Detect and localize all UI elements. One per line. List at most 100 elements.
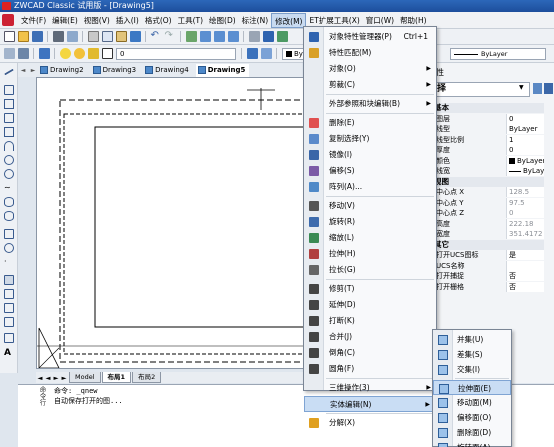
layer-manager-icon[interactable]	[38, 48, 50, 59]
modify-menu-item[interactable]: 拉长(G)	[304, 262, 436, 278]
menu-item[interactable]: 绘图(D)	[206, 13, 239, 28]
property-row[interactable]: 中心点 Z 0	[434, 208, 544, 218]
zoom-realtime-icon[interactable]	[199, 31, 211, 42]
solid-edit-item[interactable]: 交集(I)	[433, 362, 511, 377]
polygon-tool-icon[interactable]	[4, 113, 14, 123]
last-tab-icon[interactable]: ►	[60, 374, 68, 382]
property-row[interactable]: 中心点 X 128.5	[434, 187, 544, 197]
property-row[interactable]: 中心点 Y 97.5	[434, 197, 544, 208]
next-tab-icon[interactable]: ►	[52, 374, 60, 382]
modify-menu-item[interactable]: 缩放(L)	[304, 230, 436, 246]
modify-menu-item[interactable]: 阵列(A)...	[304, 179, 436, 195]
doc-tab[interactable]: Drawing4	[143, 64, 193, 77]
prev-tab-icon[interactable]: ◄	[44, 374, 52, 382]
property-row[interactable]: 线型 ByLayer	[434, 124, 544, 134]
point-tool-icon[interactable]: ·	[4, 257, 14, 267]
solid-edit-item[interactable]: 拉伸面(E)	[433, 380, 511, 395]
layer-combo[interactable]: 0	[116, 47, 236, 60]
menu-item[interactable]: 视图(V)	[81, 13, 113, 28]
doc-tab[interactable]: Drawing3	[91, 64, 141, 77]
modify-menu-item[interactable]: 延伸(D)	[304, 297, 436, 313]
sun-icon[interactable]	[73, 48, 85, 59]
design-center-icon[interactable]	[276, 31, 288, 42]
new-file-icon[interactable]	[3, 31, 15, 42]
match-properties-icon[interactable]	[129, 31, 141, 42]
property-row[interactable]: 图层 0	[434, 113, 544, 124]
tab-scroll-left-icon[interactable]: ◄	[18, 67, 28, 74]
properties-icon[interactable]	[262, 31, 274, 42]
modify-menu-item[interactable]: 镜像(I)	[304, 147, 436, 163]
property-row[interactable]: 打开UCS图标 是	[434, 250, 544, 260]
modify-menu-item[interactable]: 打断(K)	[304, 313, 436, 329]
layout-tab[interactable]: 布局2	[132, 372, 162, 383]
open-folder-icon[interactable]	[17, 31, 29, 42]
revcloud-tool-icon[interactable]	[4, 169, 14, 179]
property-row[interactable]: UCS名称	[434, 260, 544, 271]
paste-icon[interactable]	[115, 31, 127, 42]
system-menu-icon[interactable]	[2, 14, 14, 26]
modify-menu-item[interactable]: 移动(V)	[304, 198, 436, 214]
copy-icon[interactable]	[101, 31, 113, 42]
modify-menu-item[interactable]: 合并(J)	[304, 329, 436, 345]
tab-scroll-right-icon[interactable]: ►	[28, 67, 38, 74]
modify-menu-item[interactable]: 旋转(R)	[304, 214, 436, 230]
layout-tab[interactable]: Model	[69, 372, 101, 383]
chevron-down-icon[interactable]: ▼	[519, 84, 524, 91]
menu-item[interactable]: 标注(N)	[239, 13, 271, 28]
property-section-header[interactable]: 基本	[434, 103, 544, 113]
gradient-tool-icon[interactable]	[4, 289, 14, 299]
solid-edit-item[interactable]: 删除面(D)	[433, 425, 511, 440]
menu-item[interactable]: 插入(I)	[113, 13, 142, 28]
modify-menu-item[interactable]: 对象(O) ▶	[304, 61, 436, 77]
arc-tool-icon[interactable]	[4, 141, 14, 151]
modify-menu-item[interactable]: 偏移(S)	[304, 163, 436, 179]
region-tool-icon[interactable]	[4, 303, 14, 313]
selection-combo[interactable]: 择	[432, 82, 530, 97]
distance-icon[interactable]	[248, 31, 260, 42]
make-current-icon[interactable]	[246, 48, 258, 59]
spline-tool-icon[interactable]: ∼	[4, 183, 14, 193]
modify-menu-item[interactable]: 拉伸(H)	[304, 246, 436, 262]
print-icon[interactable]	[52, 31, 64, 42]
modify-menu-item[interactable]: 倒角(C)	[304, 345, 436, 361]
pan-icon[interactable]	[185, 31, 197, 42]
line-tool-icon[interactable]	[4, 68, 14, 76]
menu-item[interactable]: 编辑(E)	[49, 13, 81, 28]
modify-menu-item[interactable]: 对象特性管理器(P) Ctrl+1	[304, 29, 436, 45]
property-section-header[interactable]: 视图	[434, 176, 544, 187]
linetype-combo[interactable]: ByLayer	[450, 48, 546, 60]
menu-item[interactable]: 工具(T)	[175, 13, 206, 28]
modify-menu-item[interactable]: 三维操作(3) ▶	[304, 380, 436, 396]
property-row[interactable]: 颜色 ByLayer	[434, 155, 544, 166]
modify-menu-item[interactable]: 实体编辑(N) ▶	[304, 396, 436, 412]
modify-menu-item[interactable]: 圆角(F)	[304, 361, 436, 377]
property-row[interactable]: 打开栅格 否	[434, 281, 544, 292]
ellipse-tool-icon[interactable]	[4, 197, 14, 207]
doc-tab[interactable]: Drawing5	[195, 63, 250, 77]
plot-icon[interactable]	[17, 48, 29, 59]
table-tool-icon[interactable]	[4, 333, 14, 343]
property-row[interactable]: 打开捕捉 否	[434, 271, 544, 281]
rectangle-tool-icon[interactable]	[4, 99, 14, 109]
lock-icon[interactable]	[87, 48, 99, 59]
menu-item[interactable]: 格式(O)	[142, 13, 175, 28]
polyline-tool-icon[interactable]	[4, 85, 14, 95]
modify-menu-item[interactable]: 特性匹配(M)	[304, 45, 436, 61]
menu-item[interactable]: 文件(F)	[18, 13, 49, 28]
layer-color-icon[interactable]	[101, 48, 113, 59]
save-icon[interactable]	[31, 31, 43, 42]
zoom-previous-icon[interactable]	[227, 31, 239, 42]
drawing-canvas[interactable]	[36, 77, 304, 369]
solid-edit-item[interactable]: 旋转面(A)	[433, 440, 511, 447]
property-row[interactable]: 厚度 0	[434, 145, 544, 155]
make-block-icon[interactable]	[4, 243, 14, 253]
insert-block-icon[interactable]	[4, 229, 14, 239]
redo-icon[interactable]: ↷	[165, 31, 176, 42]
modify-menu-item[interactable]: 复制选择(Y)	[304, 131, 436, 147]
quick-select-icon[interactable]	[544, 83, 553, 94]
circle-tool-icon[interactable]	[4, 155, 14, 165]
solid-edit-item[interactable]: 移动面(M)	[433, 395, 511, 410]
layer-previous-icon[interactable]	[260, 48, 272, 59]
property-section-header[interactable]: 其它	[434, 239, 544, 250]
solid-edit-item[interactable]: 偏移面(O)	[433, 410, 511, 425]
